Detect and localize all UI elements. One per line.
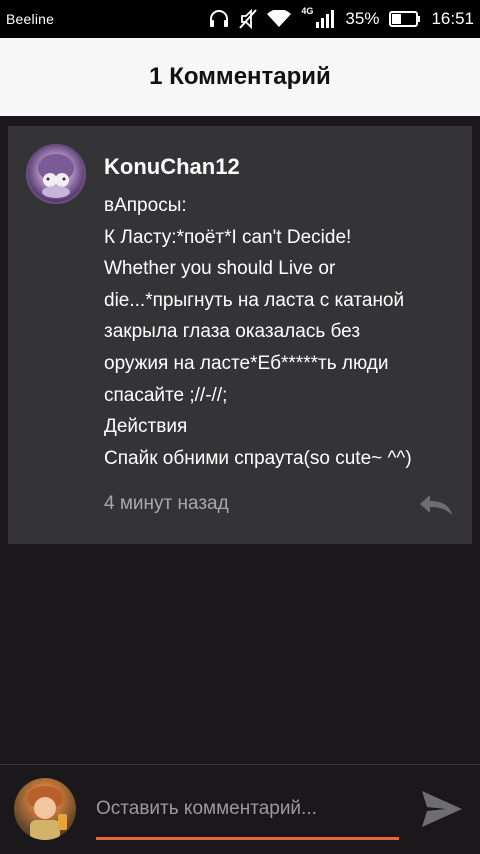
comment-timestamp: 4 минут назад (104, 493, 229, 514)
comment-line: вАпросы: (104, 195, 187, 216)
status-bar: Beeline 4G 35% 16:51 (0, 0, 480, 38)
avatar[interactable] (26, 144, 86, 204)
send-icon (422, 791, 462, 827)
reply-button[interactable] (418, 493, 454, 517)
clock: 16:51 (431, 9, 474, 28)
comment-author[interactable]: KonuChan12 (104, 154, 240, 180)
send-button[interactable] (420, 787, 464, 831)
user-avatar-image (27, 786, 67, 840)
comment-body: вАпросы: К Ласту:*поёт*I can't Decide! W… (104, 190, 464, 474)
comment-card: KonuChan12 вАпросы: К Ласту:*поёт*I can'… (8, 126, 472, 544)
user-avatar[interactable] (14, 778, 76, 840)
page-title: 1 Комментарий (149, 63, 331, 90)
comment-line: Whether you should Live or (104, 258, 336, 280)
carrier-name: Beeline (6, 11, 55, 27)
comment-line: die...*прыгнуть на ласта с катаной (104, 289, 405, 311)
reply-icon (420, 495, 452, 515)
wifi-icon (267, 10, 292, 28)
network-type: 4G (301, 6, 314, 16)
comment-line: закрыла глаза оказалась без (104, 321, 361, 343)
comment-line: Спайк обними спраута(so cute~ ^^) (104, 447, 412, 469)
comment-input[interactable] (96, 785, 400, 833)
comment-line: Действия (104, 416, 188, 438)
input-underline (96, 837, 399, 840)
comment-line: спасайте ;//-//; (104, 384, 228, 406)
signal-icon (315, 10, 335, 28)
avatar-image (38, 154, 74, 198)
page-header: 1 Комментарий (0, 38, 480, 116)
comment-input-bar (0, 765, 480, 854)
status-icons: 4G 35% 16:51 (209, 0, 474, 38)
comment-line: оружия на ласте*Еб*****ть люди (104, 352, 389, 374)
battery-icon (389, 11, 421, 27)
headphones-icon (209, 10, 229, 28)
comment-line: К Ласту:*поёт*I can't Decide! (104, 226, 352, 248)
battery-percent: 35% (345, 9, 380, 28)
mute-icon (239, 9, 258, 29)
